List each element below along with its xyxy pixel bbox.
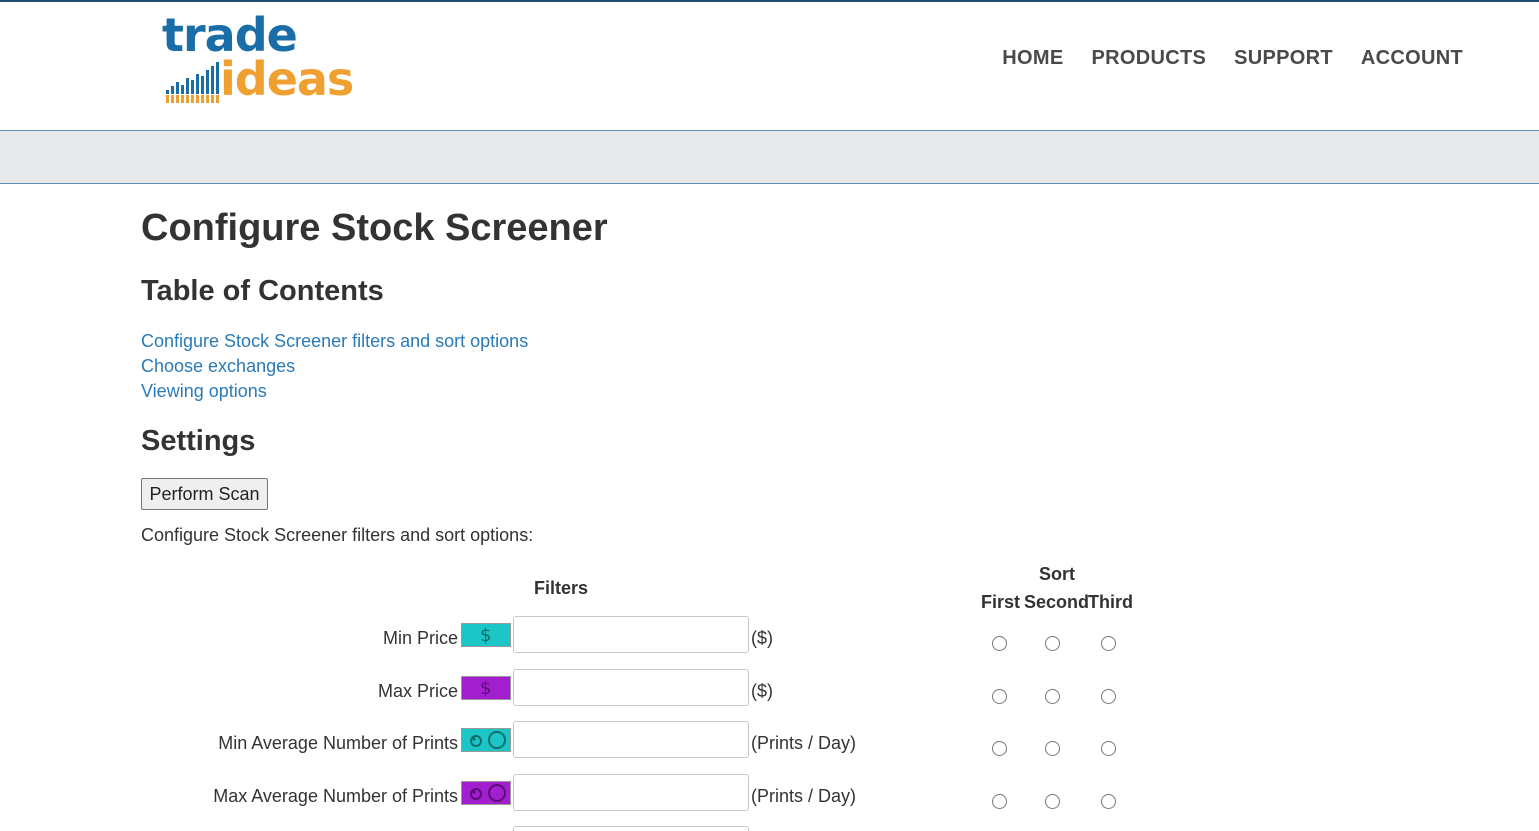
sort-second-radio[interactable] [1045, 741, 1060, 756]
filter-unit: (Prints / Day) [751, 786, 857, 806]
nav-products[interactable]: PRODUCTS [1091, 47, 1206, 70]
nav-home[interactable]: HOME [1002, 47, 1063, 70]
filter-label: Max Average Number of Prints [213, 786, 458, 806]
main-nav: HOME PRODUCTS SUPPORT ACCOUNT [1002, 47, 1463, 70]
prints-icon [461, 781, 511, 805]
min-prints-input[interactable] [513, 721, 749, 758]
sort-column-header: Sort [1039, 564, 1075, 584]
toc-link-viewing[interactable]: Viewing options [141, 379, 528, 404]
page-title: Configure Stock Screener [141, 207, 608, 249]
filter-label: Min Average Number of Prints [218, 733, 458, 753]
sort-second-radio[interactable] [1045, 689, 1060, 704]
filters-intro-text: Configure Stock Screener filters and sor… [141, 525, 534, 545]
trade-ideas-logo[interactable]: trade ideas [162, 10, 362, 114]
sort-first-header: First [981, 592, 1021, 612]
sort-first-radio[interactable] [992, 794, 1007, 809]
sort-third-radio[interactable] [1101, 794, 1116, 809]
dollar-icon: $ [461, 623, 511, 647]
svg-text:$: $ [480, 625, 491, 646]
svg-text:$: $ [480, 678, 491, 699]
toc-link-filters[interactable]: Configure Stock Screener filters and sor… [141, 329, 528, 354]
sort-third-header: Third [1088, 592, 1133, 612]
dollar-icon: $ [461, 676, 511, 700]
filters-column-header: Filters [534, 578, 589, 598]
sort-first-radio[interactable] [992, 741, 1007, 756]
nav-support[interactable]: SUPPORT [1234, 47, 1333, 70]
sort-second-header: Second [1024, 592, 1090, 612]
prints-icon [461, 728, 511, 752]
filter-row-min-price: Min Price $ ($) [141, 616, 1241, 656]
sort-third-radio[interactable] [1101, 741, 1116, 756]
filter-unit: (Prints / Day) [751, 733, 857, 753]
logo-text-ideas: ideas [220, 52, 354, 106]
next-filter-input[interactable] [513, 826, 749, 831]
perform-scan-button[interactable]: Perform Scan [141, 478, 268, 510]
site-header: trade ideas HOME PRODUCTS SUPPORT ACCOUN… [0, 0, 1539, 131]
filter-unit: ($) [751, 681, 773, 701]
sort-second-radio[interactable] [1045, 636, 1060, 651]
filter-label: Min Price [382, 628, 458, 648]
sort-third-radio[interactable] [1101, 689, 1116, 704]
toc-link-exchanges[interactable]: Choose exchanges [141, 354, 528, 379]
filter-row-min-prints: Min Average Number of Prints (Prints / D… [141, 721, 1241, 761]
sub-navigation-bar [0, 131, 1539, 184]
sort-third-radio[interactable] [1101, 636, 1116, 651]
logo-bars-graphic [166, 62, 219, 103]
toc-heading: Table of Contents [141, 275, 384, 307]
filter-row-max-price: Max Price $ ($) [141, 669, 1241, 709]
max-prints-input[interactable] [513, 774, 749, 811]
settings-heading: Settings [141, 425, 256, 457]
sort-first-radio[interactable] [992, 636, 1007, 651]
max-price-input[interactable] [513, 669, 749, 706]
filter-label: Max Price [377, 681, 458, 701]
toc-links: Configure Stock Screener filters and sor… [141, 329, 528, 404]
sort-first-radio[interactable] [992, 689, 1007, 704]
min-price-input[interactable] [513, 616, 749, 653]
nav-account[interactable]: ACCOUNT [1361, 47, 1463, 70]
filter-row-max-prints: Max Average Number of Prints (Prints / D… [141, 774, 1241, 814]
filter-unit: ($) [751, 628, 773, 648]
filter-row-next [141, 826, 1241, 831]
sort-second-radio[interactable] [1045, 794, 1060, 809]
